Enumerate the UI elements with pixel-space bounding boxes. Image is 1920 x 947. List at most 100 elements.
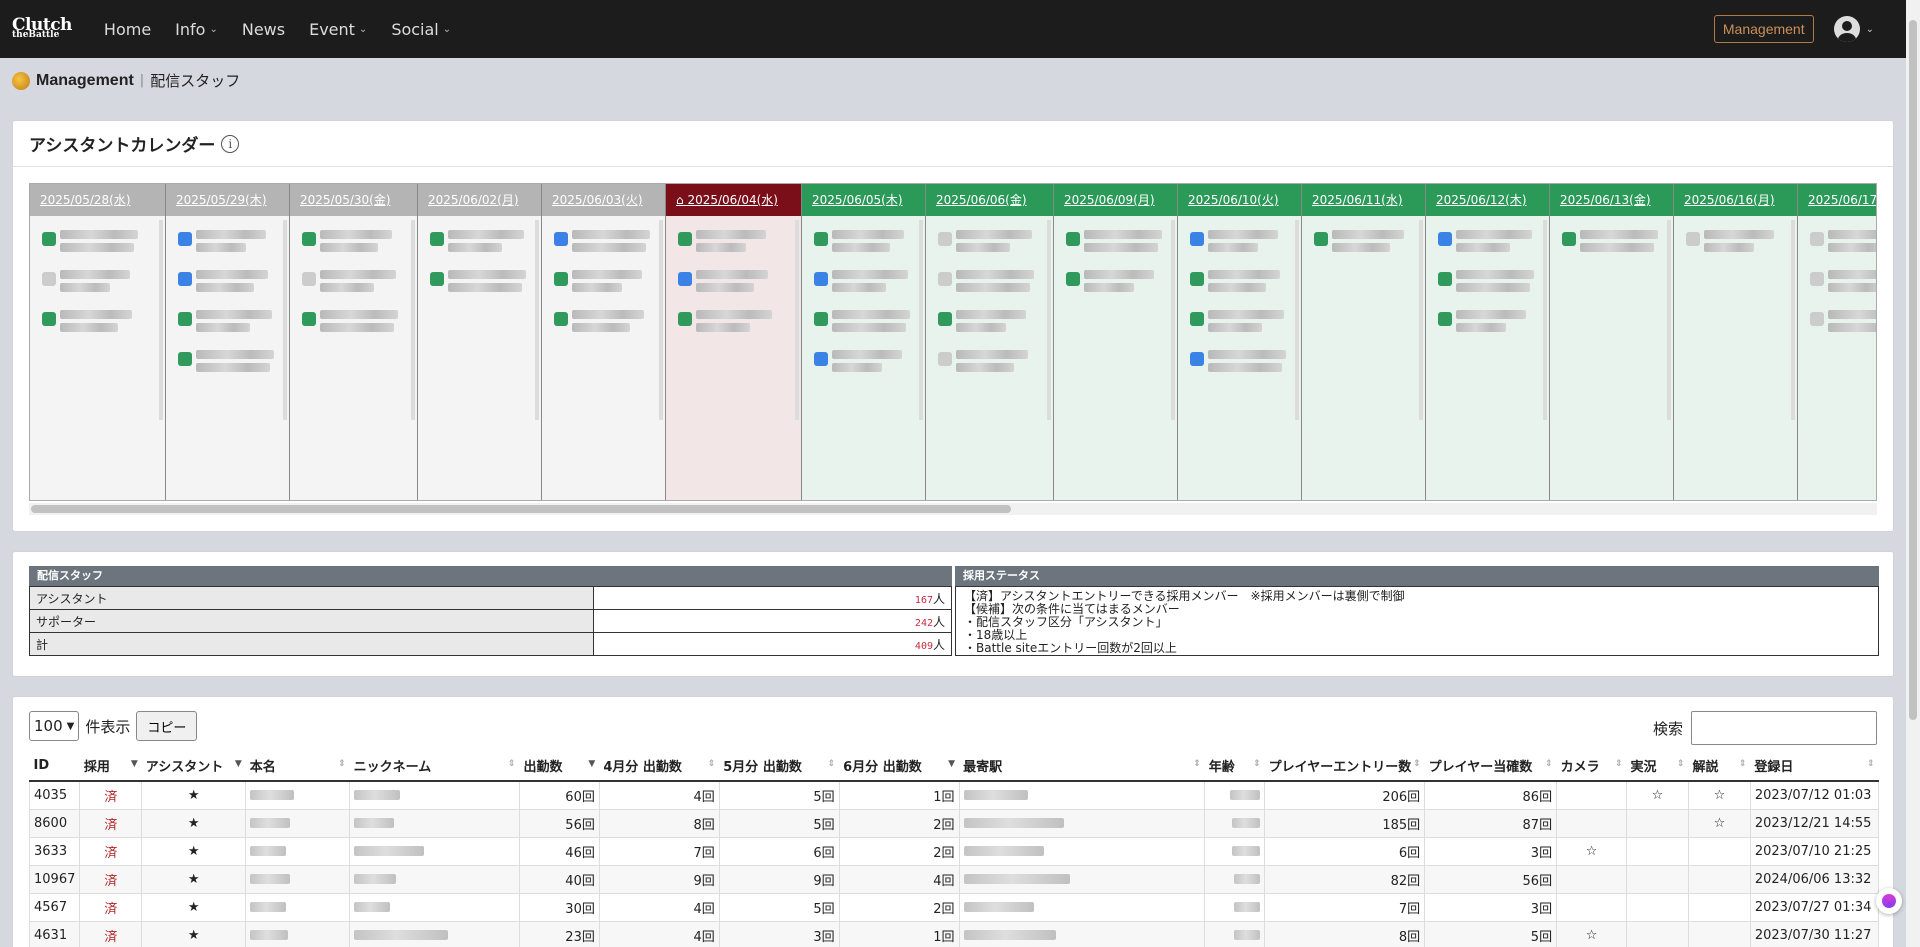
calendar-entry[interactable]	[678, 230, 789, 252]
calendar-entry[interactable]	[814, 310, 913, 332]
calendar-day-header[interactable]: 2025/06/12(木)	[1426, 184, 1549, 216]
calendar-entry[interactable]	[1810, 270, 1876, 292]
calendar-entry[interactable]	[178, 350, 277, 372]
calendar-entry[interactable]	[302, 230, 405, 252]
calendar-entry[interactable]	[430, 230, 529, 252]
info-icon[interactable]: i	[221, 134, 240, 153]
calendar-entry[interactable]	[42, 310, 153, 332]
calendar-entry[interactable]	[814, 270, 913, 292]
calendar-entry[interactable]	[1810, 230, 1876, 252]
calendar-day-header[interactable]: 2025/05/29(木)	[166, 184, 289, 216]
column-header[interactable]: 本名 ⇕	[245, 751, 350, 782]
calendar-entry[interactable]	[42, 270, 153, 292]
calendar-entry[interactable]	[1066, 230, 1165, 252]
calendar-scroll-area[interactable]: 2025/05/28(水) 2025/05/29(木) 2025/05/30(金) 2…	[29, 183, 1877, 501]
calendar-entry[interactable]	[554, 310, 653, 332]
calendar-entry[interactable]	[178, 230, 277, 252]
blur-bar	[832, 363, 882, 372]
calendar-entry[interactable]	[302, 270, 405, 292]
column-header[interactable]: 登録日 ⇕	[1750, 751, 1879, 782]
calendar-entry[interactable]	[1810, 310, 1876, 332]
page-scrollbar[interactable]	[1906, 0, 1920, 947]
calendar-day-header[interactable]: 2025/06/13(金)	[1550, 184, 1673, 216]
calendar-entry[interactable]	[1190, 230, 1289, 252]
column-header[interactable]: プレイヤー当確数 ⇕	[1424, 751, 1557, 782]
calendar-day-header[interactable]: 2025/06/10(火)	[1178, 184, 1301, 216]
calendar-entry[interactable]	[554, 270, 653, 292]
user-menu[interactable]: ⌄	[1833, 16, 1874, 42]
calendar-entry[interactable]	[814, 350, 913, 372]
table-row[interactable]: 4035 済 ★ 60回 4回 5回 1回 206回 86回 ☆ ☆ 2023/07/12 01:03	[28, 780, 1880, 810]
management-button[interactable]: Management	[1713, 15, 1814, 43]
table-row[interactable]: 3633 済 ★ 46回 7回 6回 2回 6回 3回 ☆ 2023/07/10 21:25	[28, 836, 1880, 866]
calendar-day-header[interactable]: 2025/06/04(水)	[687, 193, 778, 207]
calendar-entry[interactable]	[42, 230, 153, 252]
nav-event[interactable]: Event ⌄	[309, 20, 367, 39]
calendar-entry[interactable]	[1190, 310, 1289, 332]
calendar-entry[interactable]	[938, 270, 1041, 292]
calendar-day-header[interactable]: 2025/06/11(水)	[1302, 184, 1425, 216]
nav-home[interactable]: Home	[104, 20, 151, 39]
search-input[interactable]	[1691, 711, 1877, 745]
page-size-select[interactable]: 100 ▼	[29, 711, 80, 741]
extension-floating-icon[interactable]	[1876, 888, 1902, 914]
calendar-entry[interactable]	[1190, 270, 1289, 292]
calendar-entry[interactable]	[678, 310, 789, 332]
column-header[interactable]: プレイヤーエントリー数 ⇕	[1264, 751, 1425, 782]
table-row[interactable]: 4631 済 ★ 23回 4回 3回 1回 8回 5回 ☆ 2023/07/30 11:27	[28, 920, 1880, 947]
calendar-entry[interactable]	[814, 230, 913, 252]
calendar-day-header[interactable]: 2025/05/30(金)	[290, 184, 417, 216]
calendar-entry[interactable]	[678, 270, 789, 292]
calendar-entry[interactable]	[1438, 270, 1537, 292]
site-logo[interactable]: Clutch theBattle	[12, 16, 72, 40]
column-header[interactable]: ID	[29, 751, 80, 782]
calendar-day-header[interactable]: 2025/05/28(水)	[30, 184, 165, 216]
calendar-day-header[interactable]: 2025/06/06(金)	[926, 184, 1053, 216]
column-header[interactable]: 実況 ⇕	[1626, 751, 1689, 782]
column-header[interactable]: 5月分 出勤数 ⇕	[719, 751, 840, 782]
calendar-day-header[interactable]: 2025/06/03(火)	[542, 184, 665, 216]
calendar-entry[interactable]	[178, 310, 277, 332]
calendar-entry[interactable]	[1438, 310, 1537, 332]
calendar-day-header[interactable]: 2025/06/17(火)	[1798, 184, 1876, 216]
calendar-entry[interactable]	[938, 230, 1041, 252]
calendar-scrollbar-thumb[interactable]	[31, 505, 1011, 513]
calendar-day-header[interactable]: 2025/06/02(月)	[418, 184, 541, 216]
calendar-entry[interactable]	[1066, 270, 1165, 292]
calendar-entry[interactable]	[938, 310, 1041, 332]
column-header[interactable]: 出勤数 ▼	[519, 751, 600, 782]
calendar-entry[interactable]	[938, 350, 1041, 372]
nav-info[interactable]: Info ⌄	[175, 20, 218, 39]
calendar-entry[interactable]	[1314, 230, 1413, 252]
calendar-entry[interactable]	[1190, 350, 1289, 372]
calendar-day-header[interactable]: 2025/06/09(月)	[1054, 184, 1177, 216]
calendar-entry[interactable]	[1562, 230, 1661, 252]
page-scrollbar-thumb[interactable]	[1909, 20, 1917, 720]
calendar-today-header[interactable]: ⌂ 2025/06/04(水)	[666, 184, 801, 216]
column-header[interactable]: 解説 ⇕	[1688, 751, 1751, 782]
nav-social[interactable]: Social ⌄	[391, 20, 451, 39]
table-row[interactable]: 4567 済 ★ 30回 4回 5回 2回 7回 3回 2023/07/27 01:34	[28, 892, 1880, 922]
nav-news[interactable]: News	[242, 20, 285, 39]
column-header[interactable]: アシスタント ▼	[141, 751, 246, 782]
copy-button[interactable]: コピー	[136, 711, 198, 741]
calendar-horizontal-scrollbar[interactable]	[29, 503, 1877, 515]
calendar-entry[interactable]	[430, 270, 529, 292]
breadcrumb-title[interactable]: Management	[36, 72, 134, 90]
calendar-entry[interactable]	[554, 230, 653, 252]
column-header[interactable]: カメラ ⇕	[1556, 751, 1627, 782]
calendar-entry[interactable]	[1438, 230, 1537, 252]
column-header[interactable]: ニックネーム ⇕	[349, 751, 520, 782]
calendar-day-header[interactable]: 2025/06/05(木)	[802, 184, 925, 216]
table-row[interactable]: 8600 済 ★ 56回 8回 5回 2回 185回 87回 ☆ 2023/12/21 14:55	[28, 808, 1880, 838]
calendar-entry[interactable]	[302, 310, 405, 332]
calendar-day-header[interactable]: 2025/06/16(月)	[1674, 184, 1797, 216]
table-row[interactable]: 10967 済 ★ 40回 9回 9回 4回 82回 56回 2024/06/06 13:32	[28, 864, 1880, 894]
column-header[interactable]: 採用 ▼	[79, 751, 142, 782]
calendar-entry[interactable]	[1686, 230, 1785, 252]
column-header[interactable]: 年齢 ⇕	[1204, 751, 1265, 782]
calendar-entry[interactable]	[178, 270, 277, 292]
column-header[interactable]: 6月分 出勤数 ▼	[839, 751, 960, 782]
column-header[interactable]: 最寄駅 ⇕	[959, 751, 1205, 782]
column-header[interactable]: 4月分 出勤数 ⇕	[599, 751, 720, 782]
